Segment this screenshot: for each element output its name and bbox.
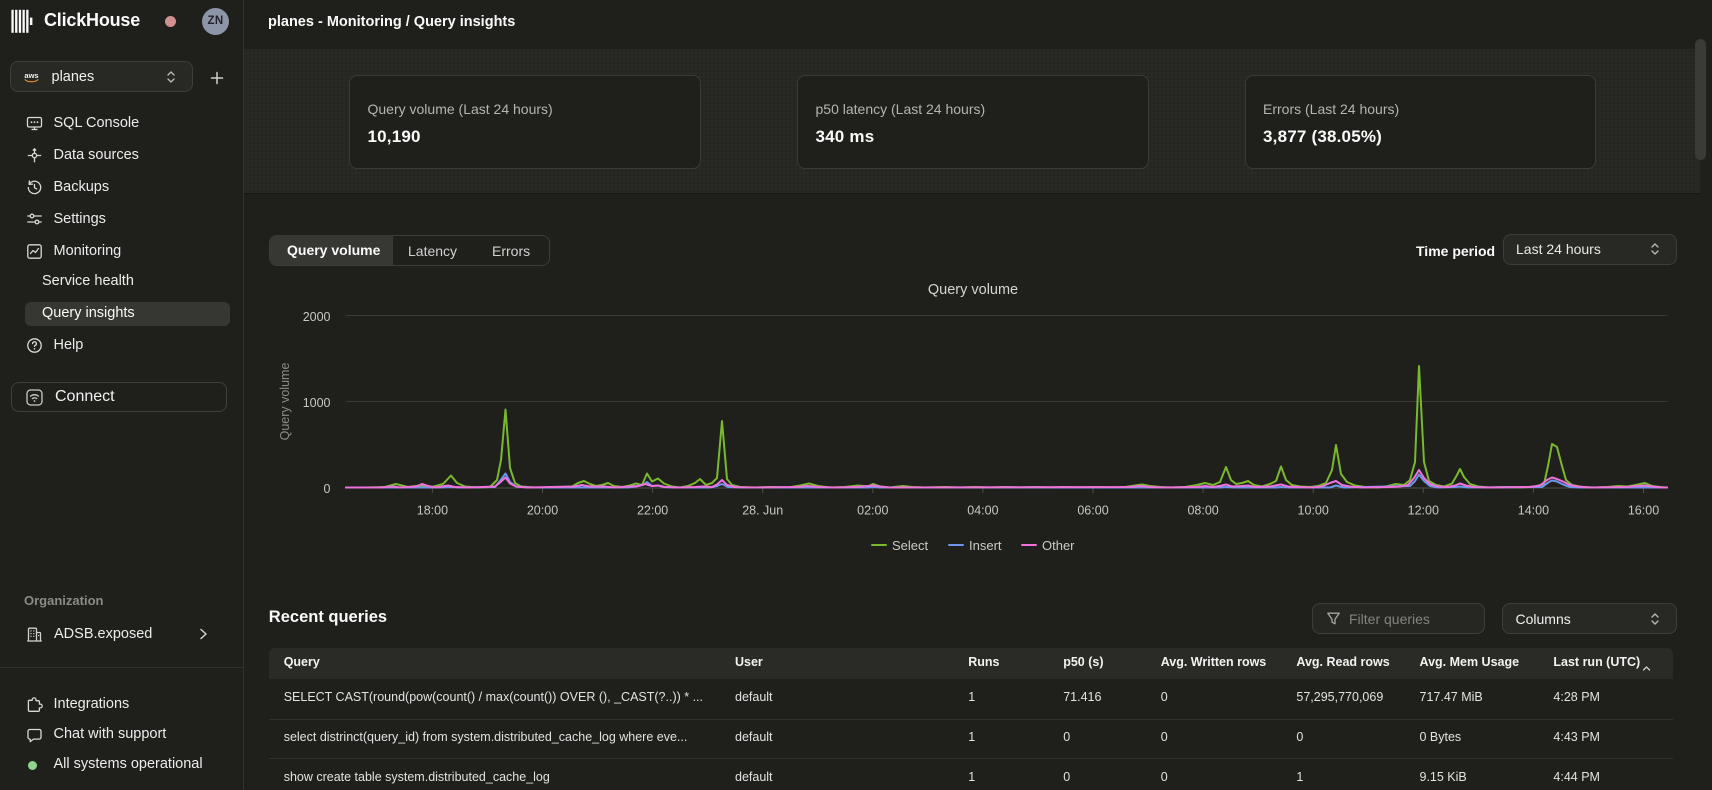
- svg-text:Query volume: Query volume: [278, 363, 292, 441]
- svg-text:aws: aws: [24, 71, 38, 80]
- svg-text:20:00: 20:00: [527, 504, 558, 518]
- svg-text:2000: 2000: [303, 310, 331, 324]
- svg-text:04:00: 04:00: [967, 504, 998, 518]
- svg-text:18:00: 18:00: [417, 504, 448, 518]
- svg-text:14:00: 14:00: [1518, 504, 1549, 518]
- svg-text:02:00: 02:00: [857, 504, 888, 518]
- svg-text:1000: 1000: [303, 396, 331, 410]
- svg-text:08:00: 08:00: [1187, 504, 1218, 518]
- svg-text:0: 0: [324, 482, 331, 496]
- svg-text:12:00: 12:00: [1408, 504, 1439, 518]
- svg-text:22:00: 22:00: [637, 504, 668, 518]
- svg-text:28. Jun: 28. Jun: [742, 504, 783, 518]
- svg-text:10:00: 10:00: [1298, 504, 1329, 518]
- svg-text:16:00: 16:00: [1628, 504, 1659, 518]
- svg-text:06:00: 06:00: [1077, 504, 1108, 518]
